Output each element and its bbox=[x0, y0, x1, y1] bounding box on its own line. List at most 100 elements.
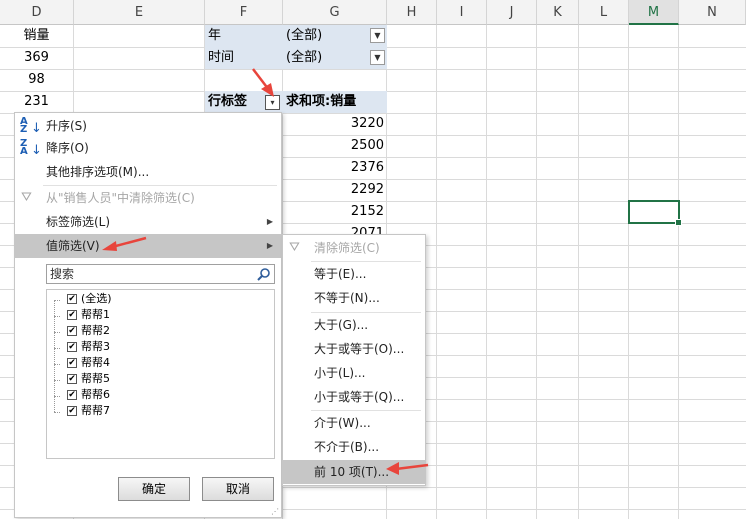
submenu-item-not-between[interactable]: 不介于(B)... bbox=[283, 436, 425, 458]
menu-item-label: 小于(L)... bbox=[314, 366, 366, 380]
menu-item-label: 介于(W)... bbox=[314, 416, 371, 430]
menu-item-label: 值筛选(V) bbox=[46, 239, 100, 253]
down-arrow-icon: ↓ bbox=[31, 143, 42, 158]
grid-line bbox=[536, 25, 537, 519]
annotation-arrow bbox=[102, 236, 147, 251]
annotation-arrow bbox=[252, 68, 274, 97]
filter-dropdown-button[interactable]: ▼ bbox=[370, 50, 385, 65]
column-header-k[interactable]: K bbox=[537, 0, 579, 25]
menu-item-label: 大于或等于(O)... bbox=[314, 342, 405, 356]
menu-item-label: 前 10 项(T)... bbox=[314, 465, 390, 479]
cell-d-header[interactable]: 销量 bbox=[0, 25, 73, 47]
submenu-arrow-icon: ▶ bbox=[266, 217, 273, 226]
menu-item-label: 其他排序选项(M)... bbox=[46, 165, 150, 179]
grid-line bbox=[486, 25, 487, 519]
pivot-value-cell[interactable]: 2500 bbox=[283, 135, 387, 157]
checklist-label: 帮帮3 bbox=[81, 340, 110, 353]
active-cell-selection[interactable] bbox=[628, 200, 682, 226]
menu-item-clear-filter: ⛛ 从"销售人员"中清除筛选(C) bbox=[15, 187, 281, 209]
annotation-arrow bbox=[386, 462, 429, 475]
clear-filter-icon: ⛛ bbox=[21, 190, 32, 205]
cell-d-value[interactable]: 369 bbox=[0, 47, 73, 69]
tree-line bbox=[54, 380, 60, 381]
menu-item-label: 标签筛选(L) bbox=[46, 215, 111, 229]
checklist-label: 帮帮7 bbox=[81, 404, 110, 417]
pivot-sum-header: 求和项:销量 bbox=[283, 91, 387, 113]
menu-separator bbox=[311, 312, 421, 313]
search-icon bbox=[257, 268, 270, 281]
tree-line bbox=[54, 364, 60, 365]
tree-line bbox=[54, 300, 60, 301]
column-header-i[interactable]: I bbox=[437, 0, 487, 25]
checkbox-item[interactable]: ✔ bbox=[67, 342, 77, 352]
checkbox-item[interactable]: ✔ bbox=[67, 390, 77, 400]
menu-item-label: 不等于(N)... bbox=[314, 291, 380, 305]
filter-checklist[interactable]: ✔ (全选) ✔ 帮帮1 ✔ 帮帮2 ✔ 帮帮3 ✔ 帮帮4 ✔ 帮帮5 ✔ 帮… bbox=[46, 289, 275, 459]
column-header-f[interactable]: F bbox=[205, 0, 283, 25]
column-header-g[interactable]: G bbox=[283, 0, 387, 25]
menu-separator bbox=[43, 185, 277, 186]
tree-line bbox=[54, 348, 60, 349]
checklist-label: 帮帮4 bbox=[81, 356, 110, 369]
submenu-item-not-equals[interactable]: 不等于(N)... bbox=[283, 287, 425, 309]
checkbox-item[interactable]: ✔ bbox=[67, 326, 77, 336]
sort-filter-menu: AZ ↓ 升序(S) ZA ↓ 降序(O) 其他排序选项(M)... ⛛ 从"销… bbox=[14, 112, 282, 518]
checkbox-item[interactable]: ✔ bbox=[67, 358, 77, 368]
tree-line bbox=[54, 332, 60, 333]
tree-line bbox=[54, 412, 60, 413]
checkbox-item[interactable]: ✔ bbox=[67, 406, 77, 416]
submenu-item-between[interactable]: 介于(W)... bbox=[283, 412, 425, 434]
column-header-j[interactable]: J bbox=[487, 0, 537, 25]
grid-line bbox=[628, 25, 629, 519]
value-filter-submenu: ⛛ 清除筛选(C) 等于(E)... 不等于(N)... 大于(G)... 大于… bbox=[282, 234, 426, 486]
submenu-item-less-or-equal[interactable]: 小于或等于(Q)... bbox=[283, 386, 425, 408]
column-header-h[interactable]: H bbox=[387, 0, 437, 25]
pivot-value-cell[interactable]: 2292 bbox=[283, 179, 387, 201]
menu-item-label-filter[interactable]: 标签筛选(L) ▶ bbox=[15, 211, 281, 233]
grid-line bbox=[436, 25, 437, 519]
menu-item-label: 降序(O) bbox=[46, 141, 89, 155]
grid-line bbox=[678, 25, 679, 519]
column-header-n[interactable]: N bbox=[679, 0, 746, 25]
cell-d-value[interactable]: 231 bbox=[0, 91, 73, 113]
submenu-item-greater-than[interactable]: 大于(G)... bbox=[283, 314, 425, 336]
submenu-item-greater-or-equal[interactable]: 大于或等于(O)... bbox=[283, 338, 425, 360]
ok-button[interactable]: 确定 bbox=[118, 477, 190, 501]
column-header-d[interactable]: D bbox=[0, 0, 74, 25]
column-header-l[interactable]: L bbox=[579, 0, 629, 25]
grid-line bbox=[0, 69, 746, 70]
cell-d-value[interactable]: 98 bbox=[0, 69, 73, 91]
submenu-arrow-icon: ▶ bbox=[266, 241, 273, 250]
column-header-m[interactable]: M bbox=[629, 0, 679, 25]
resize-grip-icon[interactable]: ⋰ bbox=[271, 507, 279, 516]
menu-item-sort-descending[interactable]: ZA ↓ 降序(O) bbox=[15, 137, 281, 159]
checklist-label: 帮帮5 bbox=[81, 372, 110, 385]
checklist-label: (全选) bbox=[81, 292, 112, 305]
submenu-item-clear-filter: ⛛ 清除筛选(C) bbox=[283, 237, 425, 259]
menu-item-label: 大于(G)... bbox=[314, 318, 369, 332]
pivot-value-cell[interactable]: 2152 bbox=[283, 201, 387, 223]
menu-item-label: 小于或等于(Q)... bbox=[314, 390, 405, 404]
menu-item-sort-ascending[interactable]: AZ ↓ 升序(S) bbox=[15, 115, 281, 137]
checkbox-select-all[interactable]: ✔ bbox=[67, 294, 77, 304]
menu-item-label: 升序(S) bbox=[46, 119, 87, 133]
column-header-e[interactable]: E bbox=[74, 0, 205, 25]
menu-item-label: 等于(E)... bbox=[314, 267, 367, 281]
checklist-label: 帮帮6 bbox=[81, 388, 110, 401]
pivot-value-cell[interactable]: 3220 bbox=[283, 113, 387, 135]
checkbox-item[interactable]: ✔ bbox=[67, 310, 77, 320]
submenu-item-equals[interactable]: 等于(E)... bbox=[283, 263, 425, 285]
submenu-item-less-than[interactable]: 小于(L)... bbox=[283, 362, 425, 384]
tree-line bbox=[54, 396, 60, 397]
search-input[interactable]: 搜索 bbox=[46, 264, 275, 284]
tree-line bbox=[54, 316, 60, 317]
menu-item-label: 清除筛选(C) bbox=[314, 241, 380, 255]
checkbox-item[interactable]: ✔ bbox=[67, 374, 77, 384]
pivot-value-cell[interactable]: 2376 bbox=[283, 157, 387, 179]
filter-dropdown-button[interactable]: ▼ bbox=[370, 28, 385, 43]
checklist-label: 帮帮1 bbox=[81, 308, 110, 321]
menu-item-more-sort-options[interactable]: 其他排序选项(M)... bbox=[15, 161, 281, 183]
menu-item-label: 不介于(B)... bbox=[314, 440, 380, 454]
cancel-button[interactable]: 取消 bbox=[202, 477, 274, 501]
menu-separator bbox=[311, 410, 421, 411]
